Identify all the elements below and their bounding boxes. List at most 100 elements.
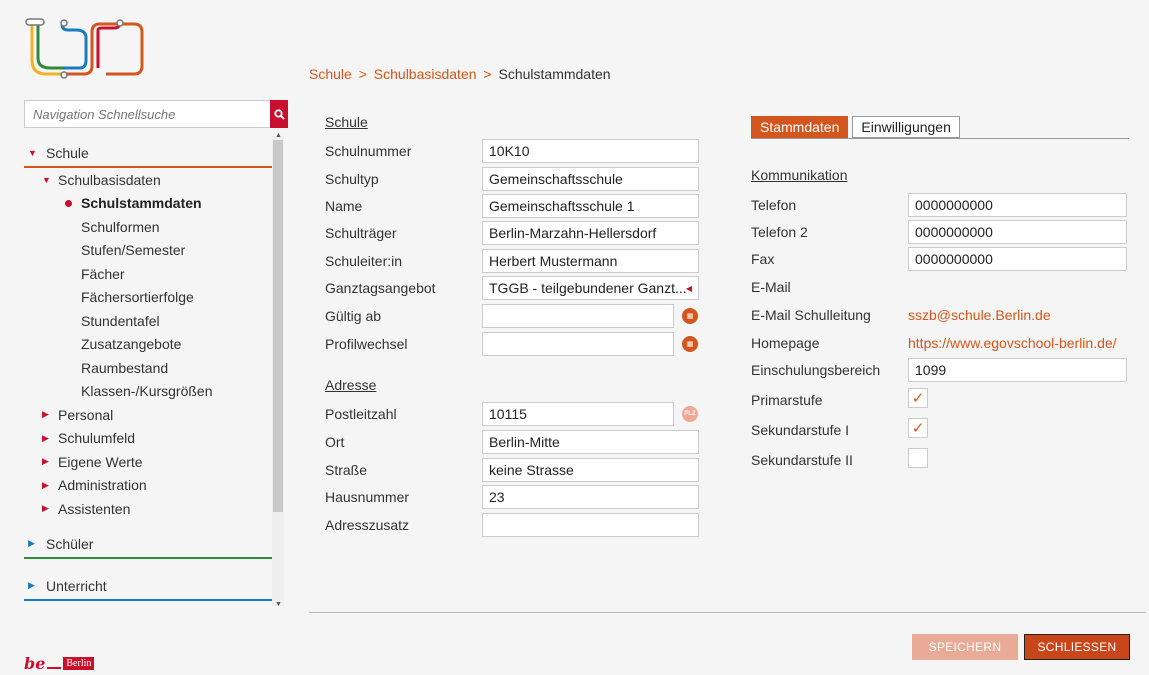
nav-item-label: Schulstammdaten <box>81 195 202 212</box>
schultraeger-field[interactable]: Berlin-Marzahn-Hellersdorf <box>482 221 699 245</box>
scroll-down-icon[interactable]: ▼ <box>275 601 282 608</box>
nav-search-input[interactable] <box>24 100 270 128</box>
nav-item-administration[interactable]: ▶ Administration <box>24 474 272 498</box>
nav-item-klassen-kursgroessen[interactable]: Klassen-/Kursgrößen <box>24 380 272 404</box>
nav-section-label: Schüler <box>46 535 94 552</box>
nav-tree: ▼ Schule ▼ Schulbasisdaten Schulstammdat… <box>24 136 272 606</box>
scroll-up-icon[interactable]: ▲ <box>275 132 282 139</box>
name-field[interactable]: Gemeinschaftsschule 1 <box>482 194 699 218</box>
schultyp-field[interactable]: Gemeinschaftsschule <box>482 167 699 191</box>
plz-lookup-icon[interactable]: PLZ <box>682 406 698 422</box>
breadcrumb: Schule > Schulbasisdaten > Schulstammdat… <box>309 66 611 82</box>
adresszusatz-field[interactable] <box>482 513 699 537</box>
nav-section-schueler[interactable]: ▶ Schüler <box>24 531 272 559</box>
label-schultyp: Schultyp <box>325 171 379 187</box>
nav-item-label: Assistenten <box>58 500 131 517</box>
nav-search <box>24 100 288 128</box>
calendar-icon[interactable]: ▦ <box>682 308 698 324</box>
nav-item-label: Fächersortierfolge <box>81 289 194 306</box>
save-button[interactable]: SPEICHERN <box>912 634 1018 660</box>
nav-item-schulformen[interactable]: Schulformen <box>24 215 272 239</box>
ganztagsangebot-select[interactable]: TGGB - teilgebundener Ganzt... ◀ <box>482 276 699 300</box>
nav-item-label: Personal <box>58 406 114 423</box>
email-schulleitung-link[interactable]: sszb@schule.Berlin.de <box>908 307 1051 323</box>
nav-item-eigene-werte[interactable]: ▶ Eigene Werte <box>24 450 272 474</box>
nav-item-faechersortierfolge[interactable]: Fächersortierfolge <box>24 286 272 310</box>
label-email-schulleitung: E-Mail Schulleitung <box>751 307 871 323</box>
nav-item-raumbestand[interactable]: Raumbestand <box>24 356 272 380</box>
nav-item-schulumfeld[interactable]: ▶ Schulumfeld <box>24 427 272 451</box>
profilwechsel-field[interactable] <box>482 332 674 356</box>
homepage-link[interactable]: https://www.egovschool-berlin.de/ <box>908 335 1117 351</box>
nav-section-label: Unterricht <box>46 577 107 594</box>
label-telefon2: Telefon 2 <box>751 224 808 240</box>
triangle-right-icon: ▶ <box>42 456 49 467</box>
nav-item-personal[interactable]: ▶ Personal <box>24 403 272 427</box>
nav-item-stundentafel[interactable]: Stundentafel <box>24 309 272 333</box>
tab-stammdaten[interactable]: Stammdaten <box>751 116 849 138</box>
schulleiter-field[interactable]: Herbert Mustermann <box>482 249 699 273</box>
close-button[interactable]: SCHLIESSEN <box>1024 634 1130 660</box>
triangle-right-icon: ▶ <box>42 479 49 490</box>
label-fax: Fax <box>751 251 775 267</box>
triangle-down-icon: ▼ <box>42 174 51 185</box>
section-title-schule: Schule <box>325 114 368 130</box>
gueltig-ab-field[interactable] <box>482 304 674 328</box>
nav-item-stufen-semester[interactable]: Stufen/Semester <box>24 239 272 263</box>
postleitzahl-field[interactable]: 10115 <box>482 402 674 426</box>
label-ganztagsangebot: Ganztagsangebot <box>325 280 436 296</box>
label-strasse: Straße <box>325 462 368 478</box>
nav-item-zusatzangebote[interactable]: Zusatzangebote <box>24 333 272 357</box>
ort-field[interactable]: Berlin-Mitte <box>482 430 699 454</box>
tab-einwilligungen[interactable]: Einwilligungen <box>852 116 960 138</box>
einschulungsbereich-field[interactable]: 1099 <box>908 358 1127 382</box>
nav-item-label: Stufen/Semester <box>81 242 186 259</box>
label-adresszusatz: Adresszusatz <box>325 517 410 533</box>
section-title-adresse: Adresse <box>325 377 377 393</box>
footer-divider <box>309 612 1146 613</box>
fax-field[interactable]: 0000000000 <box>908 247 1127 271</box>
search-button[interactable] <box>270 100 288 128</box>
berlin-logo-text: Berlin <box>63 657 95 670</box>
caret-left-icon: ◀ <box>685 283 692 293</box>
nav-section-unterricht[interactable]: ▶ Unterricht <box>24 573 272 601</box>
nav-scrollbar[interactable]: ▲ ▼ <box>272 132 284 608</box>
label-postleitzahl: Postleitzahl <box>325 406 397 422</box>
label-schulleiter: Schuleiter:in <box>325 253 403 269</box>
hausnummer-field[interactable]: 23 <box>482 485 699 509</box>
nav-item-label: Administration <box>58 477 147 494</box>
label-name: Name <box>325 198 363 214</box>
calendar-icon[interactable]: ▦ <box>682 336 698 352</box>
strasse-field[interactable]: keine Strasse <box>482 458 699 482</box>
nav-item-label: Eigene Werte <box>58 453 143 470</box>
nav-item-assistenten[interactable]: ▶ Assistenten <box>24 497 272 521</box>
scrollbar-thumb[interactable] <box>273 140 283 512</box>
label-email: E-Mail <box>751 279 791 295</box>
breadcrumb-schulbasisdaten[interactable]: Schulbasisdaten <box>374 66 477 82</box>
nav-item-faecher[interactable]: Fächer <box>24 262 272 286</box>
label-schultraeger: Schulträger <box>325 225 397 241</box>
telefon-field[interactable]: 0000000000 <box>908 193 1127 217</box>
breadcrumb-separator: > <box>483 66 492 82</box>
search-icon <box>273 108 285 120</box>
schulnummer-field[interactable]: 10K10 <box>482 139 699 163</box>
nav-item-schulstammdaten[interactable]: Schulstammdaten <box>24 192 272 216</box>
section-title-kommunikation: Kommunikation <box>751 167 848 183</box>
nav-item-schulbasisdaten[interactable]: ▼ Schulbasisdaten <box>24 168 272 192</box>
active-dot-icon <box>65 199 72 207</box>
usd-logo <box>25 18 144 79</box>
sekundarstufe-1-checkbox[interactable]: ✓ <box>908 418 928 438</box>
label-hausnummer: Hausnummer <box>325 489 410 505</box>
nav-item-label: Zusatzangebote <box>81 336 182 353</box>
nav-item-label: Schulbasisdaten <box>58 171 161 188</box>
nav-section-schule[interactable]: ▼ Schule <box>24 140 272 168</box>
brandenburg-gate-icon <box>47 659 62 669</box>
nav-item-label: Klassen-/Kursgrößen <box>81 383 213 400</box>
tab-divider <box>751 138 1129 139</box>
telefon2-field[interactable]: 0000000000 <box>908 220 1127 244</box>
sekundarstufe-2-checkbox[interactable] <box>908 448 928 468</box>
primarstufe-checkbox[interactable]: ✓ <box>908 388 928 408</box>
label-sekundarstufe-1: Sekundarstufe I <box>751 422 850 438</box>
label-telefon: Telefon <box>751 197 797 213</box>
breadcrumb-schule[interactable]: Schule <box>309 66 352 82</box>
